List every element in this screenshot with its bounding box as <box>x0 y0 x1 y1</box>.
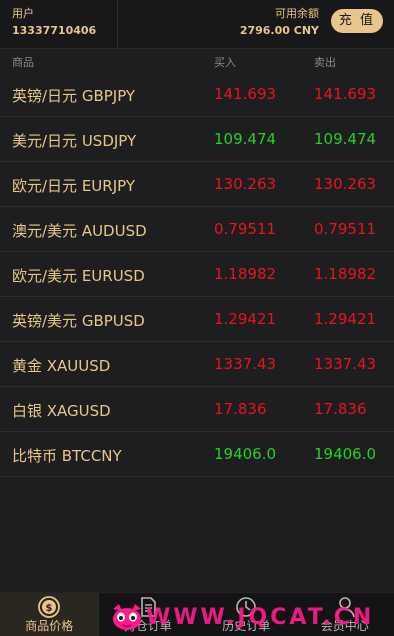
quote-sell-price: 1337.43 <box>314 355 377 373</box>
quote-row-xauusd[interactable]: 黄金 XAUUSD 1337.43 1337.43 <box>0 342 394 387</box>
quote-name: 白银 XAGUSD <box>12 402 111 420</box>
tab-positions[interactable]: 持仓订单 <box>99 593 198 636</box>
quote-sell-price: 1.29421 <box>314 310 377 328</box>
quote-name: 欧元/美元 EURUSD <box>12 267 145 285</box>
quote-sell-price: 1.18982 <box>314 265 377 283</box>
quote-row-gbpusd[interactable]: 英镑/美元 GBPUSD 1.29421 1.29421 <box>0 297 394 342</box>
quote-buy-price: 130.263 <box>214 175 277 193</box>
quote-row-btccny[interactable]: 比特币 BTCCNY 19406.0 19406.0 <box>0 432 394 477</box>
quote-row-gbpjpy[interactable]: 英镑/日元 GBPJPY 141.693 141.693 <box>0 72 394 117</box>
quote-row-eurusd[interactable]: 欧元/美元 EURUSD 1.18982 1.18982 <box>0 252 394 297</box>
column-sell: 卖出 <box>314 56 336 69</box>
column-product: 商品 <box>12 56 34 69</box>
quote-buy-price: 1.29421 <box>214 310 277 328</box>
quote-name: 英镑/美元 GBPUSD <box>12 312 145 330</box>
quote-name: 比特币 BTCCNY <box>12 447 122 465</box>
quote-buy-price: 1.18982 <box>214 265 277 283</box>
quote-row-xagusd[interactable]: 白银 XAGUSD 17.836 17.836 <box>0 387 394 432</box>
quote-name: 澳元/美元 AUDUSD <box>12 222 147 240</box>
tab-history-label: 历史订单 <box>222 619 271 633</box>
column-header: 商品 买入 卖出 <box>0 48 394 72</box>
dollar-coin-icon: $ <box>38 596 61 618</box>
quote-name: 黄金 XAUUSD <box>12 357 111 375</box>
quote-sell-price: 19406.0 <box>314 445 377 463</box>
quote-name: 英镑/日元 GBPJPY <box>12 87 136 105</box>
quote-buy-price: 0.79511 <box>214 220 277 238</box>
quote-list: 英镑/日元 GBPJPY 141.693 141.693 美元/日元 USDJP… <box>0 72 394 477</box>
quote-sell-price: 109.474 <box>314 130 377 148</box>
tab-prices[interactable]: $ 商品价格 <box>0 593 99 636</box>
quote-sell-price: 141.693 <box>314 85 377 103</box>
document-icon <box>140 597 156 617</box>
quote-sell-price: 17.836 <box>314 400 367 418</box>
tab-member[interactable]: 会员中心 <box>296 593 394 636</box>
quote-buy-price: 17.836 <box>214 400 267 418</box>
balance-value: 2796.00 CNY <box>239 24 319 37</box>
column-buy: 买入 <box>214 56 236 69</box>
quote-sell-price: 130.263 <box>314 175 377 193</box>
balance-area: 可用余额 2796.00 CNY 充 值 <box>118 0 394 48</box>
quote-row-eurjpy[interactable]: 欧元/日元 EURJPY 130.263 130.263 <box>0 162 394 207</box>
tab-prices-label: 商品价格 <box>25 619 74 633</box>
quote-buy-price: 141.693 <box>214 85 277 103</box>
tab-member-label: 会员中心 <box>320 619 369 633</box>
user-id: 13337710406 <box>12 24 97 37</box>
user-label: 用户 <box>12 7 34 20</box>
balance-info: 可用余额 2796.00 CNY <box>240 6 319 40</box>
user-info: 用户 13337710406 <box>0 0 118 48</box>
clock-icon <box>236 597 257 617</box>
balance-label: 可用余额 <box>275 7 319 20</box>
quote-row-audusd[interactable]: 澳元/美元 AUDUSD 0.79511 0.79511 <box>0 207 394 252</box>
svg-text:$: $ <box>46 603 53 614</box>
account-header: 用户 13337710406 可用余额 2796.00 CNY 充 值 <box>0 0 394 48</box>
quote-row-usdjpy[interactable]: 美元/日元 USDJPY 109.474 109.474 <box>0 117 394 162</box>
quote-name: 美元/日元 USDJPY <box>12 132 137 150</box>
quote-buy-price: 1337.43 <box>214 355 277 373</box>
tab-history[interactable]: 历史订单 <box>197 593 296 636</box>
quote-buy-price: 19406.0 <box>214 445 277 463</box>
recharge-button[interactable]: 充 值 <box>331 9 383 33</box>
quote-buy-price: 109.474 <box>214 130 277 148</box>
bottom-tab-bar: $ 商品价格 持仓订单 历史订单 会员中心 <box>0 592 394 636</box>
user-icon <box>334 597 355 618</box>
quote-sell-price: 0.79511 <box>314 220 377 238</box>
tab-positions-label: 持仓订单 <box>123 619 172 633</box>
quote-name: 欧元/日元 EURJPY <box>12 177 136 195</box>
